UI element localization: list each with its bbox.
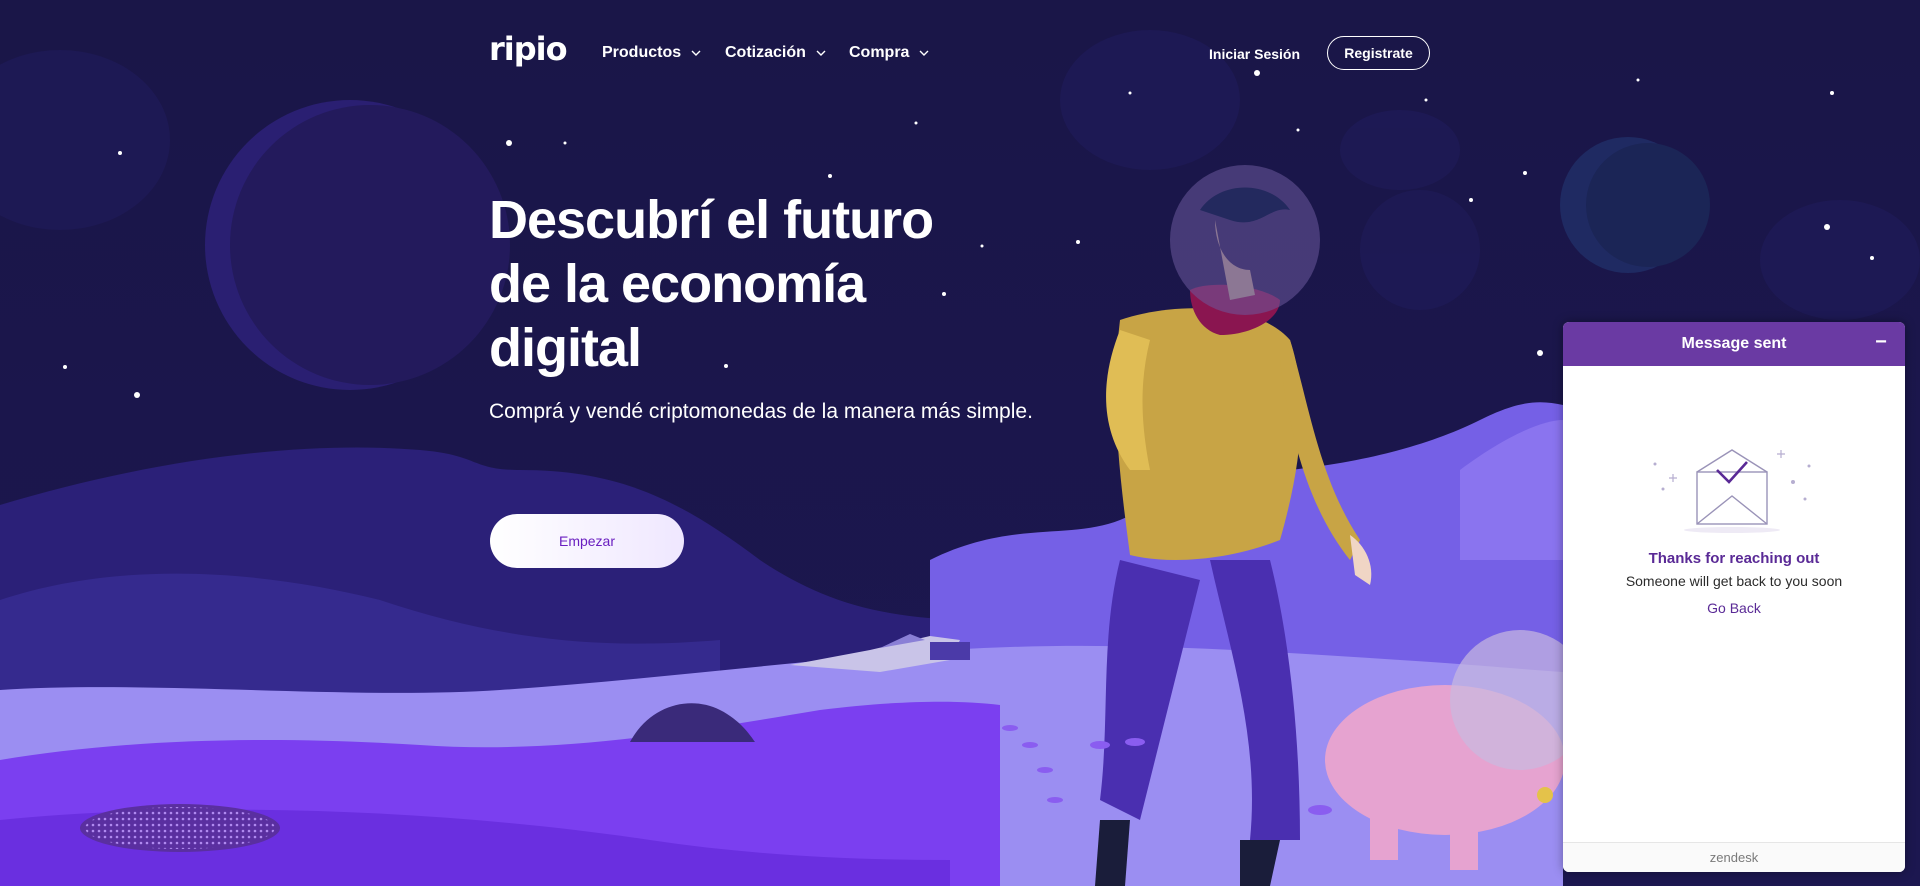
- chat-widget-title: Message sent: [1681, 335, 1787, 352]
- hero-title-line-2: de la economía: [489, 254, 866, 314]
- ripio-logo[interactable]: ripio: [489, 30, 568, 68]
- chat-widget-header: Message sent −: [1563, 322, 1905, 366]
- nav-productos[interactable]: Productos: [602, 44, 701, 62]
- nav-compra-label: Compra: [849, 44, 910, 61]
- start-button[interactable]: Empezar: [490, 514, 684, 568]
- top-navigation: ripio Productos Cotización Compra Inicia…: [0, 30, 1920, 78]
- chevron-down-icon: [691, 50, 701, 56]
- planet-left: [205, 100, 510, 390]
- nav-compra[interactable]: Compra: [849, 44, 929, 62]
- hero-title-line-3: digital: [489, 318, 642, 378]
- go-back-link[interactable]: Go Back: [1563, 600, 1905, 616]
- chevron-down-icon: [816, 50, 826, 56]
- chevron-down-icon: [919, 50, 929, 56]
- hero-title: Descubrí el futuro de la economía digita…: [489, 188, 1009, 380]
- reply-message: Someone will get back to you soon: [1625, 573, 1843, 589]
- planet-right: [1560, 137, 1710, 273]
- hero-subtitle: Comprá y vendé criptomonedas de la maner…: [489, 400, 1033, 423]
- login-link[interactable]: Iniciar Sesión: [1209, 46, 1300, 62]
- chat-widget: Message sent − Thanks for reaching out S…: [1563, 322, 1905, 872]
- minus-icon[interactable]: −: [1871, 332, 1891, 354]
- hero-title-line-1: Descubrí el futuro: [489, 190, 934, 250]
- envelope-check-icon: [1653, 449, 1811, 533]
- nav-productos-label: Productos: [602, 44, 682, 61]
- nav-cotizacion-label: Cotización: [725, 44, 806, 61]
- zendesk-footer[interactable]: zendesk: [1563, 842, 1905, 872]
- register-button[interactable]: Registrate: [1327, 36, 1430, 70]
- thanks-heading: Thanks for reaching out: [1648, 550, 1820, 567]
- nav-cotizacion[interactable]: Cotización: [725, 44, 826, 62]
